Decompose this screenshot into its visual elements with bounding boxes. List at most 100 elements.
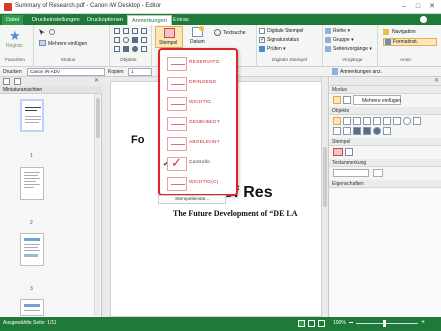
page-thumbnail-4[interactable] <box>20 299 44 316</box>
help-icon[interactable] <box>420 16 427 23</box>
stempel-label: Stempel <box>159 40 178 46</box>
marker-icon[interactable] <box>343 127 351 135</box>
reihe-button[interactable]: Reihe ▾ <box>333 28 350 34</box>
highlight-icon[interactable] <box>363 117 371 125</box>
formatinst-button[interactable]: Formatinst. <box>383 38 437 46</box>
stamp-item-wichtig-c[interactable]: WICHTIG(C) <box>163 176 231 194</box>
note-icon[interactable] <box>123 28 129 34</box>
text-icon[interactable] <box>132 28 138 34</box>
zoom-out-icon[interactable] <box>349 322 353 323</box>
separator <box>322 25 323 67</box>
stempel-button[interactable]: Stempel <box>155 26 183 48</box>
tab-anmerkungen[interactable]: Anmerkungen <box>127 15 172 25</box>
close-pane-icon[interactable]: ✕ <box>94 77 99 84</box>
ribbon-tab-bar: Datei Druckeinstellungen Druckoptionen A… <box>0 14 441 25</box>
stamp-item-reservato[interactable]: RESERVATO <box>163 56 231 74</box>
stamp-icon[interactable] <box>333 148 343 156</box>
tab-druckeinstellungen[interactable]: Druckeinstellungen <box>28 15 84 25</box>
textsuche-button[interactable]: Textsuche <box>223 30 246 36</box>
mehrere-einfuegen-button[interactable]: Mehrere einfügen <box>353 95 401 105</box>
close-button[interactable]: ✕ <box>426 2 438 11</box>
zoom-level: 100% <box>333 320 346 326</box>
thumbnails-tab-icon[interactable] <box>3 78 10 85</box>
thumbnail-scrollbar[interactable] <box>94 94 100 316</box>
navigation-button[interactable]: Navigation <box>383 28 437 36</box>
signaturstatus-label: Signaturstatus <box>267 37 299 43</box>
stamp-settings-button[interactable]: Stempeleinste... <box>158 195 226 204</box>
stamp-item-genehmigt[interactable]: GENEHMIGT <box>163 116 231 134</box>
fill-ellipse-icon[interactable] <box>132 46 138 52</box>
stamp-item-abgelehnt[interactable]: ABGELEHNT <box>163 136 231 154</box>
ellipse-icon[interactable] <box>123 37 129 43</box>
page-thumbnail-2[interactable] <box>20 167 44 200</box>
zoom-in-icon[interactable]: + <box>421 319 425 326</box>
stamp-preview-icon <box>167 137 187 151</box>
select-mode-icon[interactable] <box>333 96 341 104</box>
pointer-icon[interactable] <box>39 29 45 35</box>
bookmarks-tab-icon[interactable] <box>14 78 21 85</box>
arrow-icon[interactable] <box>383 117 391 125</box>
hand-icon[interactable] <box>49 29 55 35</box>
font-select[interactable] <box>333 169 369 177</box>
seitenvorgaenge-button[interactable]: Seitenvorgänge ▾ <box>333 46 372 52</box>
zoom-slider[interactable] <box>356 323 418 324</box>
tab-extras[interactable]: Extras <box>169 15 193 25</box>
text-box-icon[interactable] <box>333 117 341 125</box>
close-pane-icon[interactable]: ✕ <box>434 77 439 84</box>
document-scrollbar[interactable] <box>321 77 327 317</box>
tab-druckoptionen[interactable]: Druckoptionen <box>83 15 127 25</box>
scrollbar-thumb[interactable] <box>323 147 327 207</box>
polygon-icon[interactable] <box>413 117 421 125</box>
hand-mode-icon[interactable] <box>343 96 351 104</box>
maximize-button[interactable]: □ <box>412 2 424 11</box>
kopien-label: Kopien <box>108 69 124 75</box>
zoom-slider-thumb[interactable] <box>383 320 386 327</box>
stamp-item-dringend[interactable]: DRINGEND <box>163 76 231 94</box>
scrollbar-thumb[interactable] <box>96 98 100 138</box>
two-page-view-icon[interactable] <box>308 320 315 327</box>
pruefen-button[interactable]: Prüfen ▾ <box>267 46 286 52</box>
gruppe-button[interactable]: Gruppe ▾ <box>333 37 354 43</box>
fill-rect-2-icon[interactable] <box>363 127 371 135</box>
minimize-button[interactable]: – <box>398 2 410 11</box>
page-thumbnail-1[interactable] <box>20 99 44 132</box>
anmerkungen-anz-button[interactable]: Anmerkungen anz. <box>340 68 382 76</box>
rectangle-icon[interactable] <box>132 37 138 43</box>
shape-icon[interactable] <box>141 46 147 52</box>
line-icon[interactable] <box>141 28 147 34</box>
regists-button[interactable]: Regists <box>6 43 23 49</box>
continuous-view-icon[interactable] <box>318 320 325 327</box>
fill-ellipse-icon[interactable] <box>373 127 381 135</box>
text-box-icon[interactable] <box>114 28 120 34</box>
ellipse-icon[interactable] <box>403 117 411 125</box>
rectangle-icon[interactable] <box>393 117 401 125</box>
arrow-icon[interactable] <box>114 37 120 43</box>
digitale-stempel-button[interactable]: Digitale Stempel <box>267 28 303 34</box>
stamp-icon <box>164 28 175 38</box>
pen-icon[interactable] <box>114 46 120 52</box>
tab-datei[interactable]: Datei <box>2 15 24 25</box>
line-icon[interactable] <box>373 117 381 125</box>
kopien-input[interactable]: 1 <box>128 68 152 76</box>
stamp-item-wichtig[interactable]: WICHTIG <box>163 96 231 114</box>
single-page-view-icon[interactable] <box>298 320 305 327</box>
text-icon[interactable] <box>353 117 361 125</box>
note-icon[interactable] <box>343 117 351 125</box>
stamp-preview-icon <box>167 177 187 191</box>
star-icon[interactable]: ★ <box>9 28 21 44</box>
printer-select[interactable]: Canon iR-ADV <box>27 68 105 76</box>
fill-rect-icon[interactable] <box>123 46 129 52</box>
search-icon[interactable] <box>214 29 221 36</box>
shape-icon[interactable] <box>383 127 391 135</box>
fill-rect-icon[interactable] <box>353 127 361 135</box>
page-thumbnail-3[interactable] <box>20 233 44 266</box>
font-size-select[interactable] <box>373 169 383 177</box>
mehrere-einfuegen-button[interactable]: Mehrere einfügen <box>48 41 87 47</box>
polygon-icon[interactable] <box>141 37 147 43</box>
pen-icon[interactable] <box>333 127 341 135</box>
stamp-item-controllo[interactable]: ✓ Controllo <box>163 156 231 174</box>
thumbnails-header: Miniaturansichten <box>0 86 102 94</box>
date-stamp-icon[interactable] <box>345 148 353 156</box>
mehrere-einfuegen-label: Mehrere einfügen <box>362 98 402 104</box>
datum-button[interactable]: Datum <box>186 26 210 48</box>
